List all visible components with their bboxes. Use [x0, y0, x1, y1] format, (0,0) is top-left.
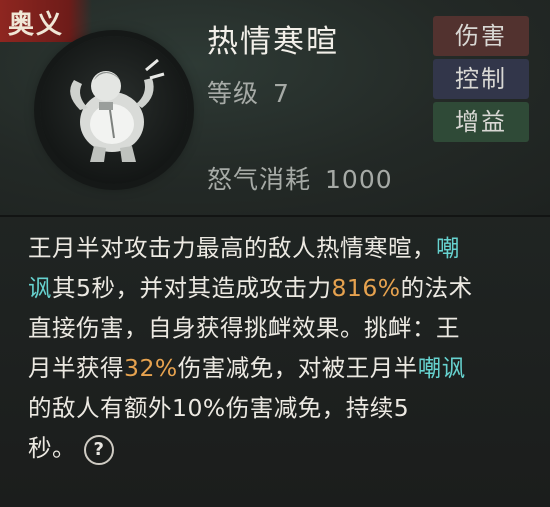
desc-text: 月半获得: [28, 354, 124, 382]
desc-text: 秒。: [28, 434, 76, 462]
badge-damage: 伤害: [433, 16, 529, 56]
desc-text: 的法术: [400, 274, 473, 302]
skill-description: 王月半对攻击力最高的敌人热情寒暄，嘲 讽其5秒，并对其造成攻击力816%的法术 …: [28, 228, 528, 468]
character-portrait-icon: [70, 58, 165, 162]
skill-tooltip-card: 奥义 热情寒暄 等级 7 怒气消耗 1000 伤害 控制 增益 王月半对攻击力最高的…: [0, 0, 550, 507]
keyword-taunt: 嘲: [436, 234, 460, 262]
ultimate-tag: 奥义: [0, 0, 92, 42]
skill-portrait: [40, 36, 188, 184]
badge-buff: 增益: [433, 102, 529, 142]
keyword-taunt: 讽: [28, 274, 52, 302]
desc-text: 王月半对攻击力最高的敌人热情寒暄，: [28, 234, 436, 262]
rage-cost-value: 1000: [325, 165, 393, 194]
reduction-percent: 32%: [124, 354, 178, 382]
ultimate-tag-label: 奥义: [8, 10, 65, 40]
desc-text: 其5秒，并对其造成攻击力: [52, 274, 332, 302]
desc-text: 伤害减免，对被王月半: [177, 354, 418, 382]
badge-control: 控制: [433, 59, 529, 99]
desc-line-5: 的敌人有额外10%伤害减免，持续5: [28, 394, 410, 422]
level-label: 等级: [207, 79, 260, 108]
rage-cost: 怒气消耗 1000: [207, 160, 393, 196]
help-question-icon[interactable]: ?: [84, 434, 114, 465]
header-divider: [0, 215, 550, 217]
level-value: 7: [273, 79, 290, 108]
keyword-taunt: 嘲讽: [417, 354, 466, 382]
desc-line-3: 直接伤害，自身获得挑衅效果。挑衅：王: [28, 314, 460, 342]
desc-line-2: 讽其5秒，并对其造成攻击力816%的法术: [28, 268, 528, 308]
skill-name: 热情寒暄: [207, 24, 339, 60]
skill-level: 等级 7: [207, 74, 290, 110]
desc-line-6: 秒。?: [28, 428, 528, 468]
desc-line-1: 王月半对攻击力最高的敌人热情寒暄，嘲: [28, 228, 528, 268]
damage-percent: 816%: [331, 274, 401, 302]
rage-cost-label: 怒气消耗: [207, 165, 312, 194]
desc-line-4: 月半获得32%伤害减免，对被王月半嘲讽: [28, 348, 528, 388]
